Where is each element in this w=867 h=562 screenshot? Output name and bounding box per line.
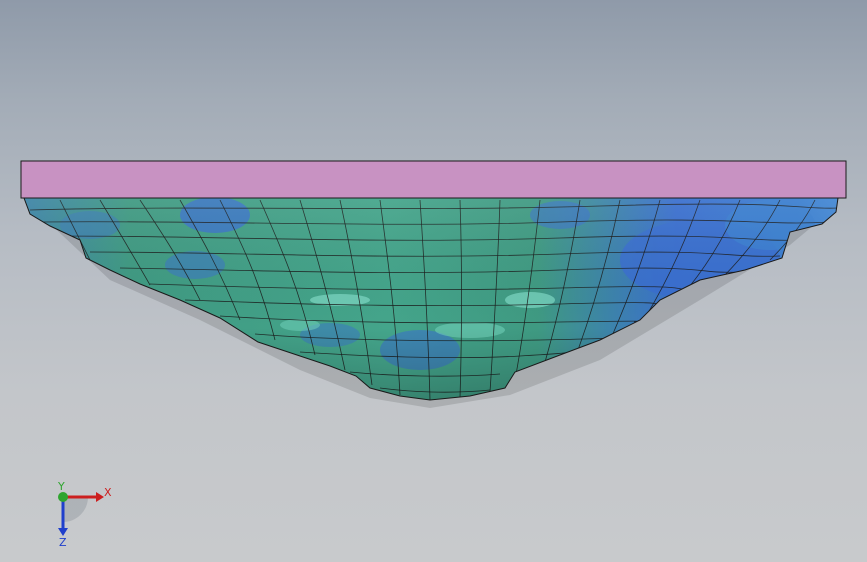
x-axis-label: X [104,486,112,499]
base-plate[interactable] [20,160,847,199]
graphics-viewport[interactable]: X Y Z [0,0,867,562]
reference-triad: X Y Z [57,480,112,549]
y-axis-dot [58,492,68,502]
y-axis-label: Y [57,480,65,493]
x-axis-arrowhead [96,492,104,502]
triad-plane [63,497,88,522]
z-axis-arrowhead [58,528,68,536]
surface-shading [24,198,838,400]
sculpted-surface[interactable] [0,190,867,420]
z-axis-label: Z [59,536,67,549]
model-view[interactable] [0,0,867,562]
